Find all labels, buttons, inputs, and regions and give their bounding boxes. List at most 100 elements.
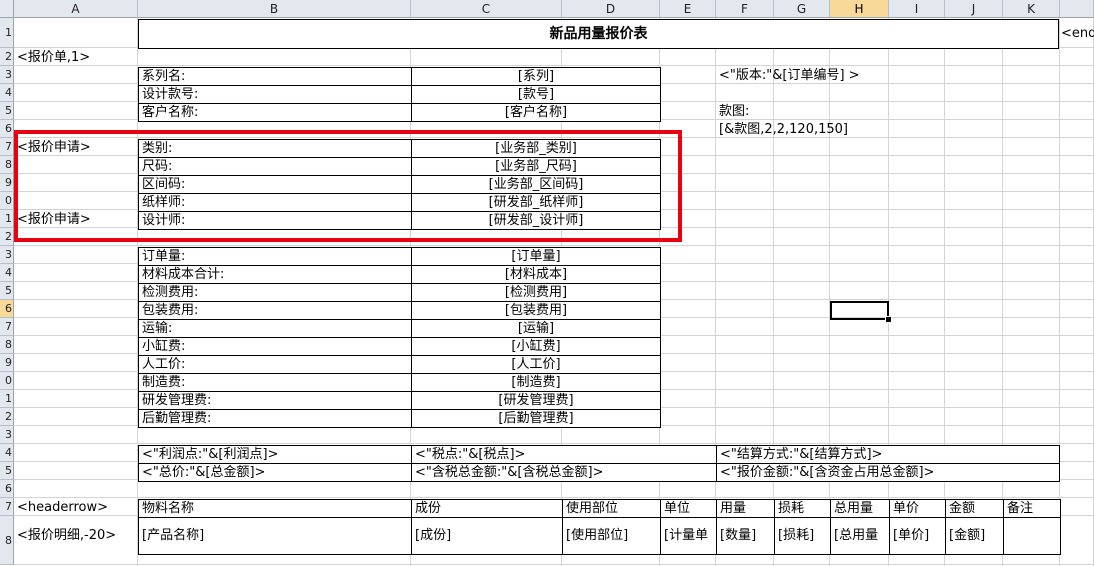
row-header-9[interactable]: 9 xyxy=(0,174,14,192)
column-header-B[interactable]: B xyxy=(138,0,411,18)
column-header-D[interactable]: D xyxy=(562,0,660,18)
column-header-G[interactable]: G xyxy=(774,0,830,18)
detail-header-cell[interactable]: 备注 xyxy=(1003,499,1061,518)
row-header-20[interactable]: 0 xyxy=(0,372,14,390)
tax-cell[interactable]: <"税点:"&[税点]> xyxy=(411,445,717,464)
cost-value[interactable]: [检测费用] xyxy=(411,283,661,302)
quote-amount-cell[interactable]: <"报价金额:"&[含资金占用总金额]> xyxy=(716,463,1060,482)
detail-value-cell[interactable]: [单价] xyxy=(889,517,946,555)
row-header-13[interactable]: 3 xyxy=(0,246,14,264)
row-header-25[interactable]: 5 xyxy=(0,462,14,480)
column-header-E[interactable]: E xyxy=(660,0,716,18)
cost-label[interactable]: 小缸费: xyxy=(138,337,412,356)
info-label[interactable]: 客户名称: xyxy=(138,103,412,122)
row-header-8[interactable]: 8 xyxy=(0,156,14,174)
row-header-19[interactable]: 9 xyxy=(0,354,14,372)
row-header-5[interactable]: 5 xyxy=(0,102,14,120)
detail-header-cell[interactable]: 金额 xyxy=(945,499,1004,518)
style-image-label[interactable]: 款图: xyxy=(716,103,816,121)
info-value[interactable]: [系列] xyxy=(411,67,661,86)
info-value[interactable]: [客户名称] xyxy=(411,103,661,122)
cost-value[interactable]: [后勤管理费] xyxy=(411,409,661,428)
row-header-27[interactable]: 7 xyxy=(0,498,14,516)
end-tag[interactable]: <end xyxy=(1058,25,1094,43)
sheet-title[interactable]: 新品用量报价表 xyxy=(138,19,1059,49)
cost-label[interactable]: 后勤管理费: xyxy=(138,409,412,428)
column-header-C[interactable]: C xyxy=(411,0,562,18)
detail-value-cell[interactable]: [使用部位] xyxy=(562,517,661,555)
cost-value[interactable]: [研发管理费] xyxy=(411,391,661,410)
detail-value-cell[interactable]: [产品名称] xyxy=(138,517,412,555)
row-header-2[interactable]: 2 xyxy=(0,48,14,66)
fill-handle[interactable] xyxy=(885,316,892,323)
cost-label[interactable]: 包装费用: xyxy=(138,301,412,320)
cost-value[interactable]: [订单量] xyxy=(411,247,661,266)
column-header-A[interactable]: A xyxy=(14,0,138,18)
row-header-22[interactable]: 2 xyxy=(0,408,14,426)
info-label[interactable]: 设计款号: xyxy=(138,85,412,104)
select-all-corner[interactable] xyxy=(0,0,14,18)
row-header-16[interactable]: 6 xyxy=(0,300,14,318)
cost-label[interactable]: 检测费用: xyxy=(138,283,412,302)
cost-value[interactable]: [包装费用] xyxy=(411,301,661,320)
cost-label[interactable]: 人工价: xyxy=(138,355,412,374)
cost-value[interactable]: [材料成本] xyxy=(411,265,661,284)
detail-header-cell[interactable]: 使用部位 xyxy=(562,499,661,518)
row-header-10[interactable]: 0 xyxy=(0,192,14,210)
column-header-K[interactable]: K xyxy=(1003,0,1060,18)
row-header-12[interactable]: 2 xyxy=(0,228,14,246)
column-header-extra[interactable] xyxy=(1060,0,1094,18)
row-header-6[interactable]: 6 xyxy=(0,120,14,138)
cost-label[interactable]: 研发管理费: xyxy=(138,391,412,410)
column-header-F[interactable]: F xyxy=(716,0,774,18)
row-header-24[interactable]: 4 xyxy=(0,444,14,462)
row-header-3[interactable]: 3 xyxy=(0,66,14,84)
info-value[interactable]: [款号] xyxy=(411,85,661,104)
version-expression[interactable]: <"版本:"&[订单编号] > xyxy=(716,67,916,85)
cost-label[interactable]: 运输: xyxy=(138,319,412,338)
marker-quote-sheet[interactable]: <报价单,1> xyxy=(14,49,138,67)
cost-value[interactable]: [小缸费] xyxy=(411,337,661,356)
detail-value-cell[interactable]: [计量单 xyxy=(660,517,717,555)
row-header-26[interactable]: 6 xyxy=(0,480,14,498)
cost-value[interactable]: [运输] xyxy=(411,319,661,338)
detail-value-cell[interactable]: [损耗] xyxy=(774,517,831,555)
column-header-I[interactable]: I xyxy=(889,0,945,18)
column-header-H[interactable]: H xyxy=(830,0,889,18)
detail-header-cell[interactable]: 总用量 xyxy=(830,499,890,518)
marker-quote-detail[interactable]: <报价明细,-20> xyxy=(14,527,138,545)
row-header-18[interactable]: 8 xyxy=(0,336,14,354)
detail-header-cell[interactable]: 物料名称 xyxy=(138,499,412,518)
total-price-cell[interactable]: <"总价:"&[总金额]> xyxy=(138,463,412,482)
detail-value-cell[interactable] xyxy=(1003,517,1061,555)
row-header-15[interactable]: 5 xyxy=(0,282,14,300)
info-label[interactable]: 系列名: xyxy=(138,67,412,86)
detail-header-cell[interactable]: 用量 xyxy=(716,499,775,518)
row-header-28[interactable]: 8 xyxy=(0,516,14,565)
spreadsheet-grid[interactable]: ABCDEFGHIJK 1234567890123456789012345678… xyxy=(0,0,1094,566)
detail-header-cell[interactable]: 成份 xyxy=(411,499,563,518)
detail-value-cell[interactable]: [成份] xyxy=(411,517,563,555)
cost-value[interactable]: [制造费] xyxy=(411,373,661,392)
style-image-expression[interactable]: [&款图,2,2,120,150] xyxy=(716,121,916,139)
cost-label[interactable]: 材料成本合计: xyxy=(138,265,412,284)
profit-cell[interactable]: <"利润点:"&[利润点]> xyxy=(138,445,412,464)
row-header-11[interactable]: 1 xyxy=(0,210,14,228)
row-header-4[interactable]: 4 xyxy=(0,84,14,102)
detail-value-cell[interactable]: [数量] xyxy=(716,517,775,555)
active-cell-cursor[interactable] xyxy=(830,301,889,320)
cost-label[interactable]: 制造费: xyxy=(138,373,412,392)
row-header-17[interactable]: 7 xyxy=(0,318,14,336)
cost-label[interactable]: 订单量: xyxy=(138,247,412,266)
column-header-J[interactable]: J xyxy=(945,0,1003,18)
row-header-1[interactable]: 1 xyxy=(0,18,14,48)
detail-header-cell[interactable]: 单位 xyxy=(660,499,717,518)
settlement-cell[interactable]: <"结算方式:"&[结算方式]> xyxy=(716,445,1060,464)
cost-value[interactable]: [人工价] xyxy=(411,355,661,374)
detail-value-cell[interactable]: [总用量 xyxy=(830,517,890,555)
marker-headerrow[interactable]: <headerrow> xyxy=(14,499,138,517)
tax-total-cell[interactable]: <"含税总金额:"&[含税总金额]> xyxy=(411,463,717,482)
row-header-21[interactable]: 1 xyxy=(0,390,14,408)
detail-value-cell[interactable]: [金额] xyxy=(945,517,1004,555)
row-header-14[interactable]: 4 xyxy=(0,264,14,282)
